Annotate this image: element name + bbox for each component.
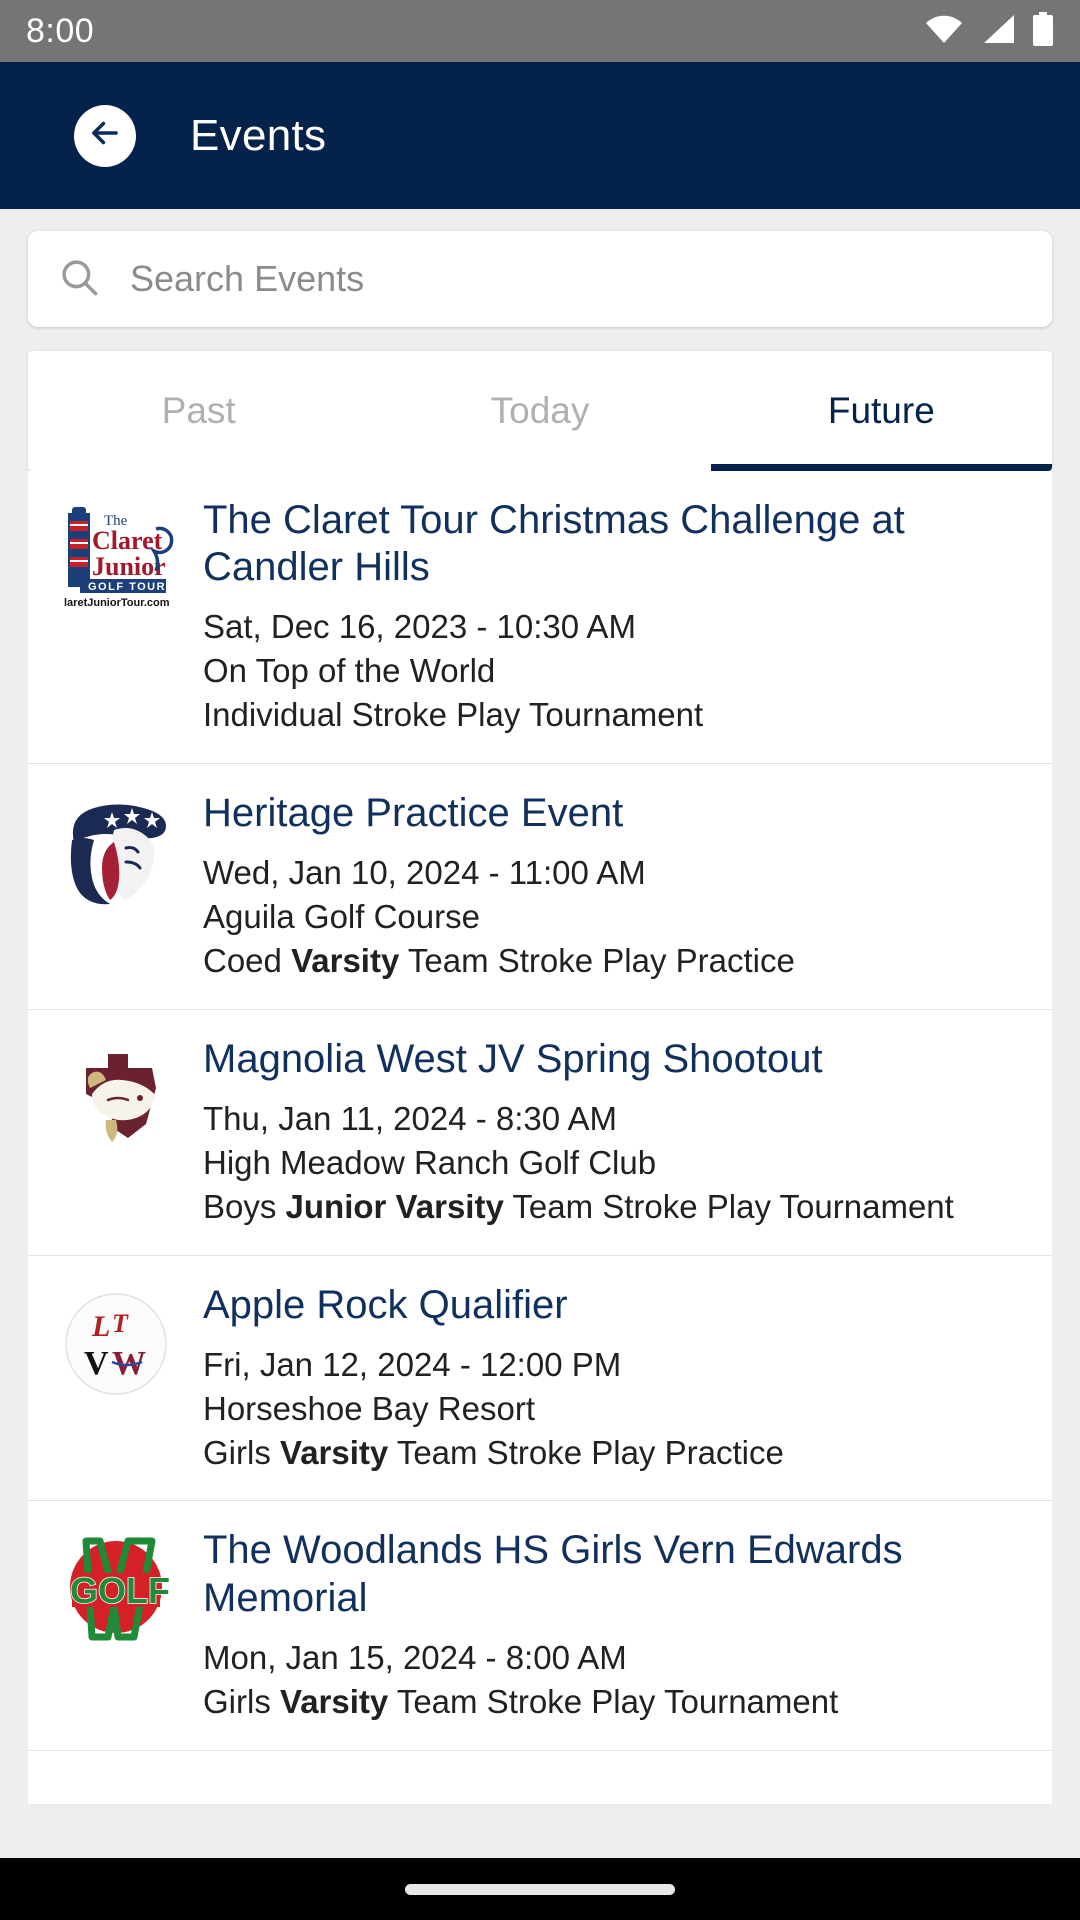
- tab-bar: Past Today Future: [28, 351, 1052, 471]
- event-logo: The Claret Junior GOLF TOUR laretJuniorT…: [28, 497, 203, 737]
- back-button[interactable]: [74, 104, 136, 167]
- event-details: Magnolia West JV Spring Shootout Thu, Ja…: [203, 1036, 1052, 1229]
- event-datetime: Sat, Dec 16, 2023 - 10:30 AM: [203, 608, 636, 646]
- events-list-container[interactable]: The Claret Junior GOLF TOUR laretJuniorT…: [0, 471, 1080, 1858]
- phone-screen: 8:00 Events Search Events Past Today Fut…: [0, 0, 1080, 1920]
- magnolia-west-mustang-logo: [56, 1042, 176, 1159]
- event-title: Heritage Practice Event: [203, 791, 624, 835]
- battery-icon: [1032, 11, 1054, 51]
- event-format: Coed Varsity Team Stroke Play Practice: [203, 941, 795, 979]
- event-details: Heritage Practice Event Wed, Jan 10, 202…: [203, 790, 1052, 983]
- claret-junior-golf-tour-logo: The Claret Junior GOLF TOUR laretJuniorT…: [56, 503, 176, 620]
- event-logo: GOLF: [28, 1527, 203, 1723]
- cell-signal-icon: [981, 14, 1015, 49]
- arrow-left-icon: [86, 114, 124, 157]
- search-input[interactable]: Search Events: [130, 258, 364, 300]
- event-title: The Woodlands HS Girls Vern Edwards Memo…: [203, 1528, 903, 1620]
- event-datetime: Wed, Jan 10, 2024 - 11:00 AM: [203, 854, 646, 892]
- event-title: Apple Rock Qualifier: [203, 1282, 568, 1327]
- event-datetime: Mon, Jan 15, 2024 - 8:00 AM: [203, 1638, 627, 1676]
- event-title: The Claret Tour Christmas Challenge at C…: [203, 498, 905, 590]
- list-item[interactable]: L T V W Apple Rock Qualifier Fri, Jan 12…: [28, 1256, 1052, 1502]
- svg-text:laretJuniorTour.com: laretJuniorTour.com: [64, 597, 170, 609]
- event-venue: On Top of the World: [203, 652, 496, 690]
- status-bar-time: 8:00: [26, 11, 95, 50]
- list-item[interactable]: The Claret Junior GOLF TOUR laretJuniorT…: [28, 471, 1052, 764]
- events-list: The Claret Junior GOLF TOUR laretJuniorT…: [28, 471, 1052, 1805]
- tab-today[interactable]: Today: [369, 351, 710, 471]
- status-bar-icons: [924, 11, 1054, 51]
- tabs-section: Past Today Future: [0, 327, 1080, 471]
- svg-text:T: T: [112, 1309, 129, 1338]
- search-bar[interactable]: Search Events: [28, 231, 1052, 327]
- event-logo: L T V W: [28, 1282, 203, 1475]
- page-title: Events: [190, 110, 327, 160]
- event-format: Girls Varsity Team Stroke Play Tournamen…: [203, 1682, 839, 1720]
- tab-future[interactable]: Future: [710, 351, 1052, 471]
- event-title: Magnolia West JV Spring Shootout: [203, 1036, 823, 1081]
- tab-past[interactable]: Past: [28, 351, 369, 471]
- search-icon: [58, 256, 100, 303]
- woodlands-golf-logo: GOLF: [56, 1533, 176, 1650]
- list-item[interactable]: Heritage Practice Event Wed, Jan 10, 202…: [28, 764, 1052, 1010]
- event-details: The Claret Tour Christmas Challenge at C…: [203, 497, 1052, 737]
- event-details: Apple Rock Qualifier Fri, Jan 12, 2024 -…: [203, 1282, 1052, 1475]
- event-venue: Horseshoe Bay Resort: [203, 1389, 535, 1427]
- system-nav-bar: [0, 1858, 1080, 1920]
- event-datetime: Fri, Jan 12, 2024 - 12:00 PM: [203, 1345, 622, 1383]
- list-partial-next-item: [28, 1750, 1052, 1805]
- event-format: Boys Junior Varsity Team Stroke Play Tou…: [203, 1187, 954, 1225]
- heritage-patriot-logo: [56, 796, 176, 913]
- event-logo: [28, 1036, 203, 1229]
- svg-text:L: L: [91, 1310, 110, 1343]
- svg-text:Junior: Junior: [92, 552, 166, 581]
- event-datetime: Thu, Jan 11, 2024 - 8:30 AM: [203, 1100, 617, 1137]
- event-logo: [28, 790, 203, 983]
- event-details: The Woodlands HS Girls Vern Edwards Memo…: [203, 1527, 1052, 1723]
- list-item[interactable]: GOLF The Woodlands HS Girls Vern Edwards…: [28, 1501, 1052, 1751]
- home-indicator[interactable]: [405, 1883, 675, 1895]
- event-venue: Aguila Golf Course: [203, 898, 480, 936]
- lake-travis-westlake-logo: L T V W: [56, 1288, 176, 1405]
- svg-text:GOLF TOUR: GOLF TOUR: [88, 581, 166, 593]
- search-section: Search Events: [0, 209, 1080, 327]
- list-item[interactable]: Magnolia West JV Spring Shootout Thu, Ja…: [28, 1010, 1052, 1256]
- event-venue: High Meadow Ranch Golf Club: [203, 1143, 657, 1181]
- app-bar: Events: [0, 62, 1080, 209]
- svg-text:GOLF: GOLF: [70, 1570, 170, 1611]
- event-format: Individual Stroke Play Tournament: [203, 696, 704, 734]
- wifi-icon: [924, 14, 964, 49]
- status-bar: 8:00: [0, 0, 1080, 62]
- event-format: Girls Varsity Team Stroke Play Practice: [203, 1433, 784, 1471]
- svg-text:V: V: [84, 1345, 109, 1382]
